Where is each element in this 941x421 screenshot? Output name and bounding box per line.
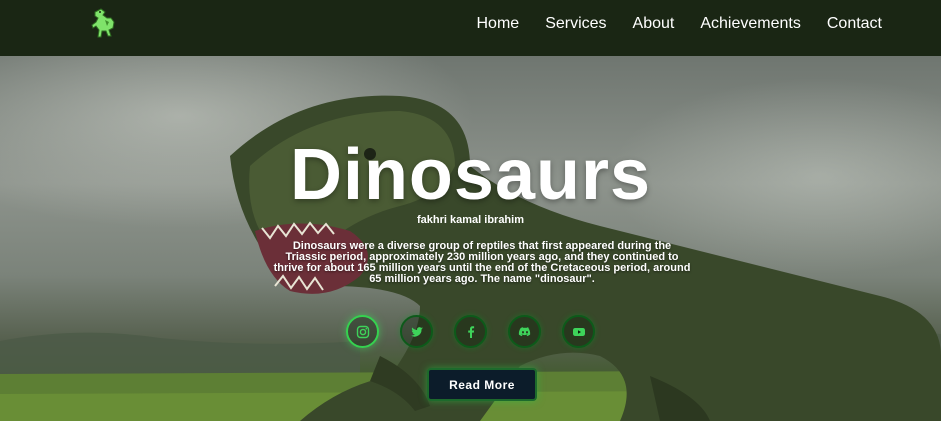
- nav-about[interactable]: About: [633, 15, 675, 33]
- instagram-icon: [356, 325, 369, 338]
- twitter-link[interactable]: [400, 315, 433, 348]
- author-name: fakhri kamal ibrahim: [417, 214, 524, 226]
- social-links: [346, 315, 616, 348]
- page-title: Dinosaurs: [289, 135, 652, 215]
- instagram-link[interactable]: [346, 315, 379, 348]
- dinosaur-logo-icon[interactable]: [89, 6, 121, 42]
- nav-links: Home Services About Achievements Contact: [477, 0, 941, 48]
- read-more-button[interactable]: Read More: [427, 368, 537, 401]
- facebook-icon: [467, 325, 474, 338]
- youtube-link[interactable]: [562, 315, 595, 348]
- twitter-icon: [410, 326, 423, 337]
- nav-services[interactable]: Services: [545, 15, 606, 33]
- hero-description: Dinosaurs were a diverse group of reptil…: [273, 240, 691, 285]
- hero-content: Dinosaurs fakhri kamal ibrahim Dinosaurs…: [0, 56, 941, 421]
- youtube-icon: [572, 327, 585, 336]
- navbar: Home Services About Achievements Contact: [0, 0, 941, 56]
- nav-achievements[interactable]: Achievements: [700, 15, 801, 33]
- nav-contact[interactable]: Contact: [827, 15, 882, 33]
- nav-home[interactable]: Home: [477, 15, 520, 33]
- discord-link[interactable]: [508, 315, 541, 348]
- facebook-link[interactable]: [454, 315, 487, 348]
- hero-section: Dinosaurs fakhri kamal ibrahim Dinosaurs…: [0, 56, 941, 421]
- discord-icon: [518, 326, 530, 336]
